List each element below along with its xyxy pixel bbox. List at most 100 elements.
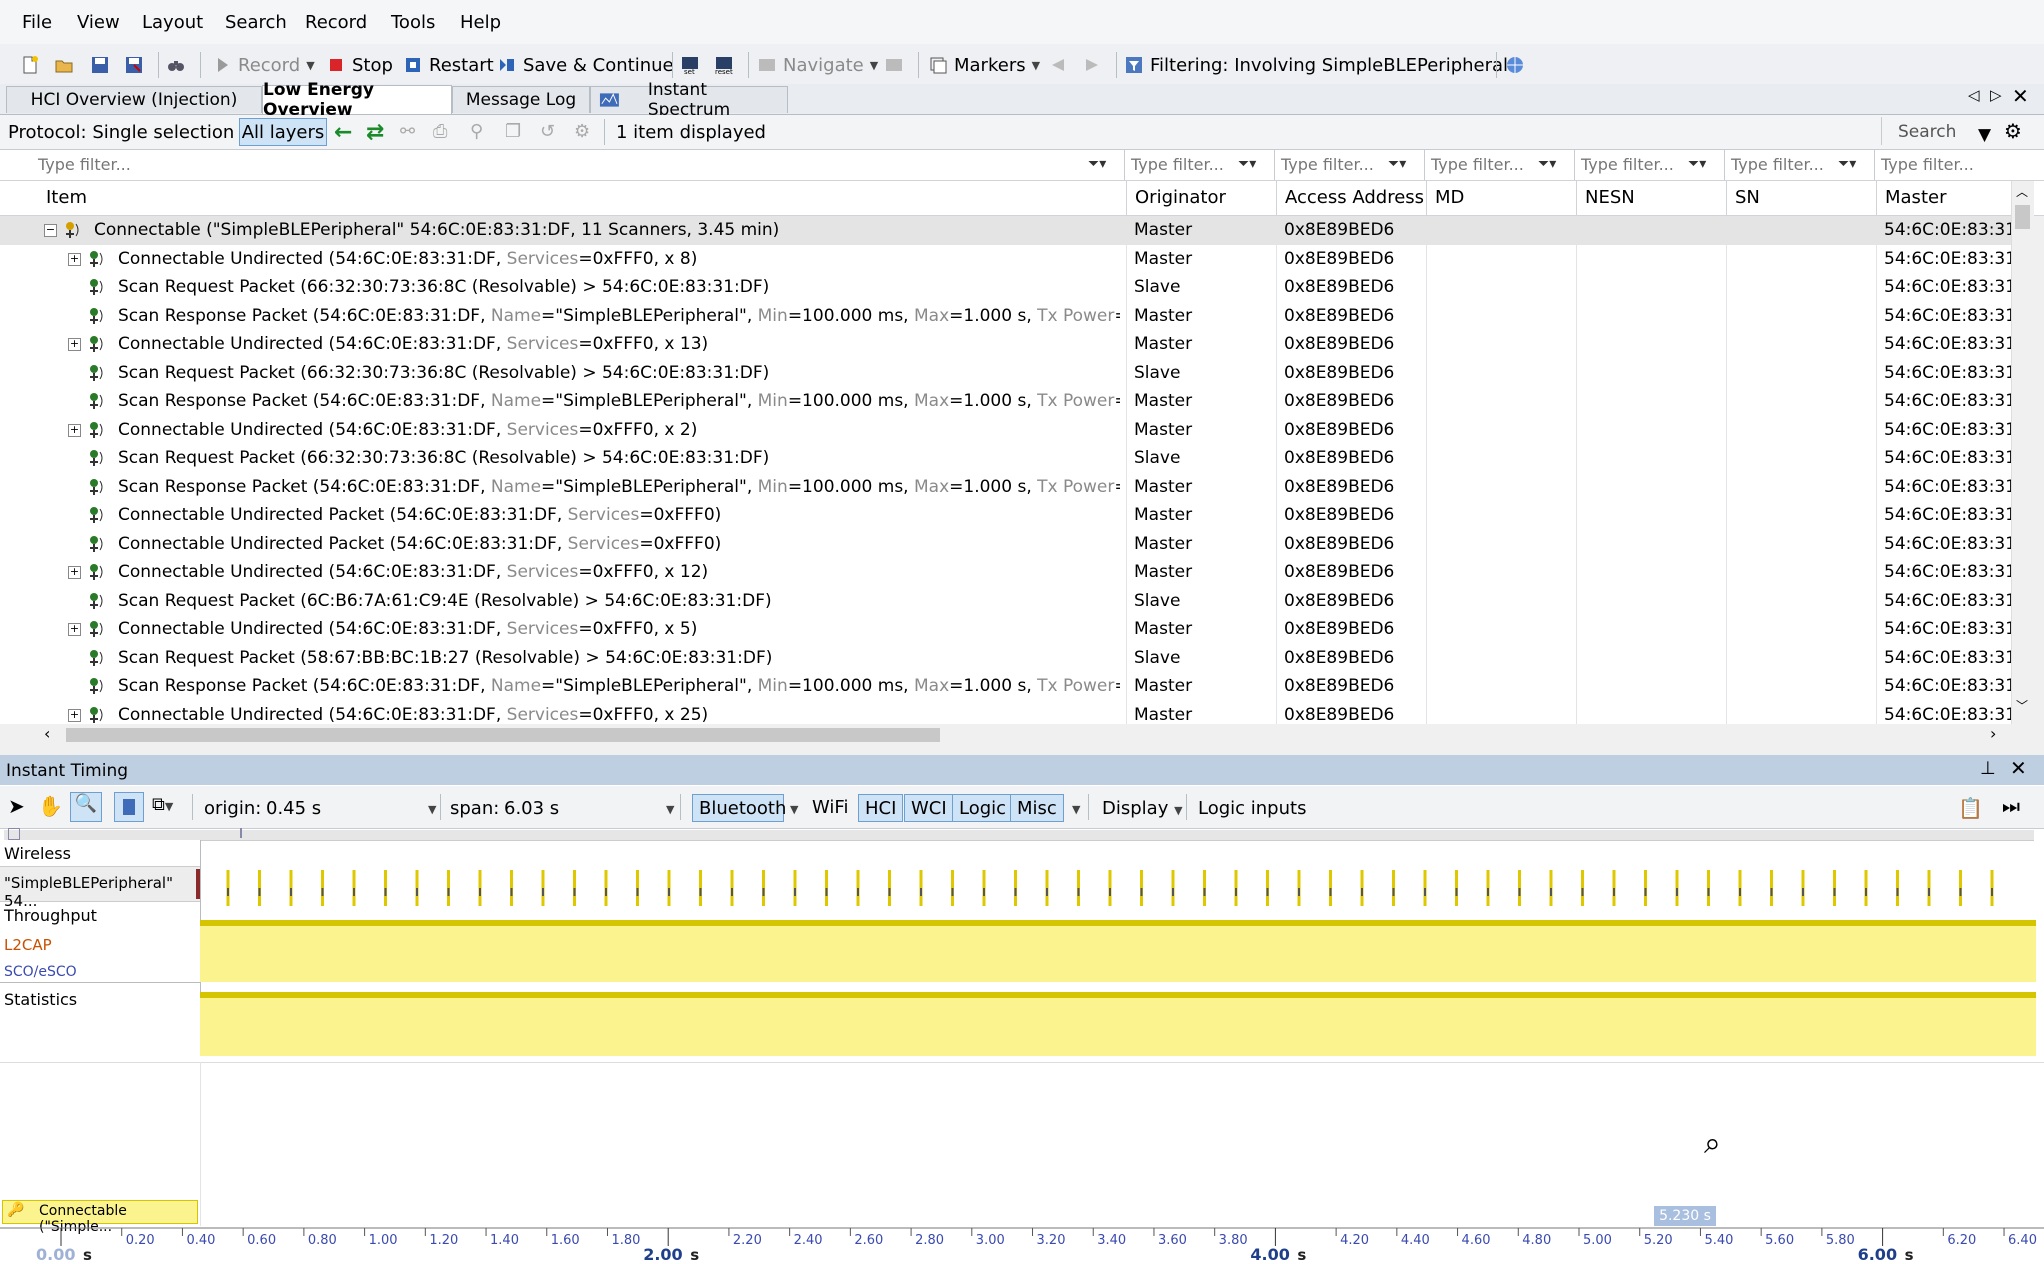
layer-tool-icon[interactable]: ⧉▼ — [152, 794, 173, 815]
tab-scroll-left-icon[interactable]: ◁ — [1968, 86, 1980, 104]
scroll-left-icon[interactable]: ‹ — [44, 724, 50, 743]
column-header-md[interactable]: MD — [1426, 181, 1576, 215]
stop-button[interactable]: Stop — [326, 52, 393, 78]
grid-vertical-scrollbar[interactable]: ︿ ﹀ — [2011, 181, 2034, 724]
misc-toggle[interactable]: Misc — [1010, 794, 1064, 822]
tab-instant-spectrum[interactable]: Instant Spectrum — [590, 80, 788, 120]
lane-device[interactable]: "SimpleBLEPeripheral" 54... — [0, 866, 200, 910]
table-row[interactable]: Scan Request Packet (66:32:30:73:36:8C (… — [0, 444, 2024, 473]
item-filter-input[interactable]: Type filter... — [32, 150, 1082, 180]
tab-close-icon[interactable]: ✕ — [2012, 84, 2029, 108]
save-continue-button[interactable]: Save & Continue — [497, 52, 674, 78]
hci-toggle[interactable]: HCI — [858, 794, 904, 822]
scroll-right-icon[interactable]: › — [1990, 724, 1996, 743]
table-row[interactable]: Scan Response Packet (54:6C:0E:83:31:DF,… — [0, 387, 2024, 416]
menu-tools[interactable]: Tools — [391, 12, 435, 33]
pin-pane-icon[interactable]: ⊥ — [1980, 758, 1996, 779]
new-file-icon[interactable] — [20, 52, 40, 78]
table-row[interactable]: Scan Request Packet (6C:B6:7A:61:C9:4E (… — [0, 587, 2024, 616]
bluetooth-toggle[interactable]: Bluetooth — [692, 794, 786, 822]
origin-dropdown-icon[interactable]: ▼ — [428, 803, 436, 816]
find-binoculars-icon[interactable] — [166, 52, 186, 78]
table-row[interactable]: + Connectable Undirected (54:6C:0E:83:31:… — [0, 330, 2024, 359]
table-row[interactable]: Scan Request Packet (58:67:BB:BC:1B:27 (… — [0, 644, 2024, 673]
set-icon[interactable]: set — [680, 52, 700, 78]
table-row[interactable]: + Connectable Undirected (54:6C:0E:83:31:… — [0, 416, 2024, 445]
overview-origin-marker[interactable] — [240, 828, 248, 838]
nesn-filter-input[interactable]: Type filter... — [1574, 150, 1674, 180]
copy-image-icon[interactable]: 📋 — [1958, 796, 1983, 820]
timing-waveforms[interactable] — [200, 840, 2036, 1056]
navigate-button[interactable]: Navigate ▼ — [757, 52, 878, 78]
column-header-nesn[interactable]: NESN — [1576, 181, 1726, 215]
filter-funnel-icon[interactable]: ⏷▾ — [1238, 156, 1256, 172]
misc-dropdown-icon[interactable]: ▼ — [1072, 803, 1080, 816]
markers-button[interactable]: Markers ▼ — [928, 52, 1040, 78]
column-header-access-address[interactable]: Access Address — [1276, 181, 1426, 215]
grid-horizontal-scrollbar[interactable]: ‹ › — [30, 724, 2011, 746]
originator-filter-input[interactable]: Type filter... — [1124, 150, 1224, 180]
close-pane-icon[interactable]: ✕ — [2010, 756, 2027, 780]
table-row[interactable]: + Connectable Undirected (54:6C:0E:83:31:… — [0, 245, 2024, 274]
tab-low-energy-overview[interactable]: Low Energy Overview — [262, 80, 452, 120]
timing-legend[interactable]: 🔑 Connectable ("Simple... — [2, 1200, 198, 1235]
link-icon[interactable]: ⚯ — [400, 121, 415, 142]
scroll-up-icon[interactable]: ︿ — [2016, 183, 2028, 200]
table-row[interactable]: + Connectable Undirected (54:6C:0E:83:31:… — [0, 701, 2024, 724]
column-header-item[interactable]: Item — [38, 181, 1126, 215]
protocol-selector[interactable]: Protocol: Single selection ▼ — [8, 122, 249, 143]
tab-scroll-right-icon[interactable]: ▷ — [1990, 86, 2002, 104]
expand-toggle-icon[interactable]: + — [68, 423, 81, 437]
filter-funnel-icon[interactable]: ⏷▾ — [1838, 156, 1856, 172]
expand-toggle-icon[interactable]: + — [68, 708, 81, 722]
access-address-filter-input[interactable]: Type filter... — [1274, 150, 1374, 180]
table-row[interactable]: Scan Response Packet (54:6C:0E:83:31:DF,… — [0, 672, 2024, 701]
table-row[interactable]: Scan Response Packet (54:6C:0E:83:31:DF,… — [0, 302, 2024, 331]
menu-view[interactable]: View — [77, 12, 120, 33]
print-icon[interactable]: ⎙ — [433, 121, 447, 142]
filtering-button[interactable]: Filtering: Involving SimpleBLEPeripheral… — [1124, 52, 1523, 78]
expand-toggle-icon[interactable]: + — [68, 338, 81, 351]
column-header-originator[interactable]: Originator — [1126, 181, 1276, 215]
reset-icon[interactable]: reset — [714, 52, 734, 78]
menu-record[interactable]: Record — [305, 12, 367, 33]
expand-toggle-icon[interactable]: + — [68, 566, 81, 579]
table-row[interactable]: − Connectable ("SimpleBLEPeripheral" 54:6… — [0, 216, 2024, 245]
zoom-tool-icon[interactable]: 🔍 — [70, 792, 102, 822]
back-arrow-icon[interactable]: ← — [334, 120, 352, 145]
split-view-icon[interactable] — [114, 792, 144, 822]
bluetooth-dropdown-icon[interactable]: ▼ — [790, 803, 798, 816]
pointer-tool-icon[interactable]: ➤ — [8, 794, 25, 818]
master-address-filter-input[interactable]: Type filter... — [1874, 150, 2014, 180]
vscroll-thumb[interactable] — [2015, 205, 2030, 229]
tab-message-log[interactable]: Message Log — [452, 86, 590, 113]
tab-hci-overview[interactable]: HCI Overview (Injection) — [6, 86, 262, 113]
table-row[interactable]: Scan Request Packet (66:32:30:73:36:8C (… — [0, 273, 2024, 302]
menu-help[interactable]: Help — [460, 12, 501, 33]
table-row[interactable]: Connectable Undirected Packet (54:6C:0E:… — [0, 530, 2024, 559]
restart-button[interactable]: Restart — [403, 52, 494, 78]
save-icon[interactable] — [90, 52, 110, 78]
column-header-master-address[interactable]: Master Address — [1876, 181, 2011, 242]
filter-funnel-icon[interactable]: ⏷▾ — [1088, 156, 1106, 172]
hand-tool-icon[interactable]: ✋ — [38, 794, 63, 818]
help-globe-icon[interactable] — [1505, 52, 1525, 78]
span-input[interactable]: 6.03 s — [504, 798, 664, 819]
display-menu[interactable]: Display ▼ — [1102, 798, 1183, 819]
open-folder-icon[interactable] — [54, 52, 74, 78]
menu-file[interactable]: File — [22, 12, 52, 33]
span-dropdown-icon[interactable]: ▼ — [666, 803, 674, 816]
all-layers-toggle[interactable]: All layers — [239, 118, 327, 146]
follow-live-icon[interactable]: ⏭ — [2002, 794, 2020, 818]
table-row[interactable]: Scan Request Packet (66:32:30:73:36:8C (… — [0, 359, 2024, 388]
hscroll-thumb[interactable] — [66, 728, 940, 742]
column-header-sn[interactable]: SN — [1726, 181, 1876, 215]
marker-prev-icon[interactable] — [1048, 52, 1068, 78]
menu-layout[interactable]: Layout — [142, 12, 203, 33]
undo-icon[interactable]: ↺ — [540, 121, 555, 142]
logic-inputs-button[interactable]: Logic inputs — [1198, 798, 1306, 819]
filter-funnel-icon[interactable]: ⏷▾ — [1538, 156, 1556, 172]
scroll-down-icon[interactable]: ﹀ — [2016, 697, 2028, 714]
table-row[interactable]: + Connectable Undirected (54:6C:0E:83:31:… — [0, 558, 2024, 587]
swap-arrows-icon[interactable]: ⇄ — [366, 120, 384, 145]
